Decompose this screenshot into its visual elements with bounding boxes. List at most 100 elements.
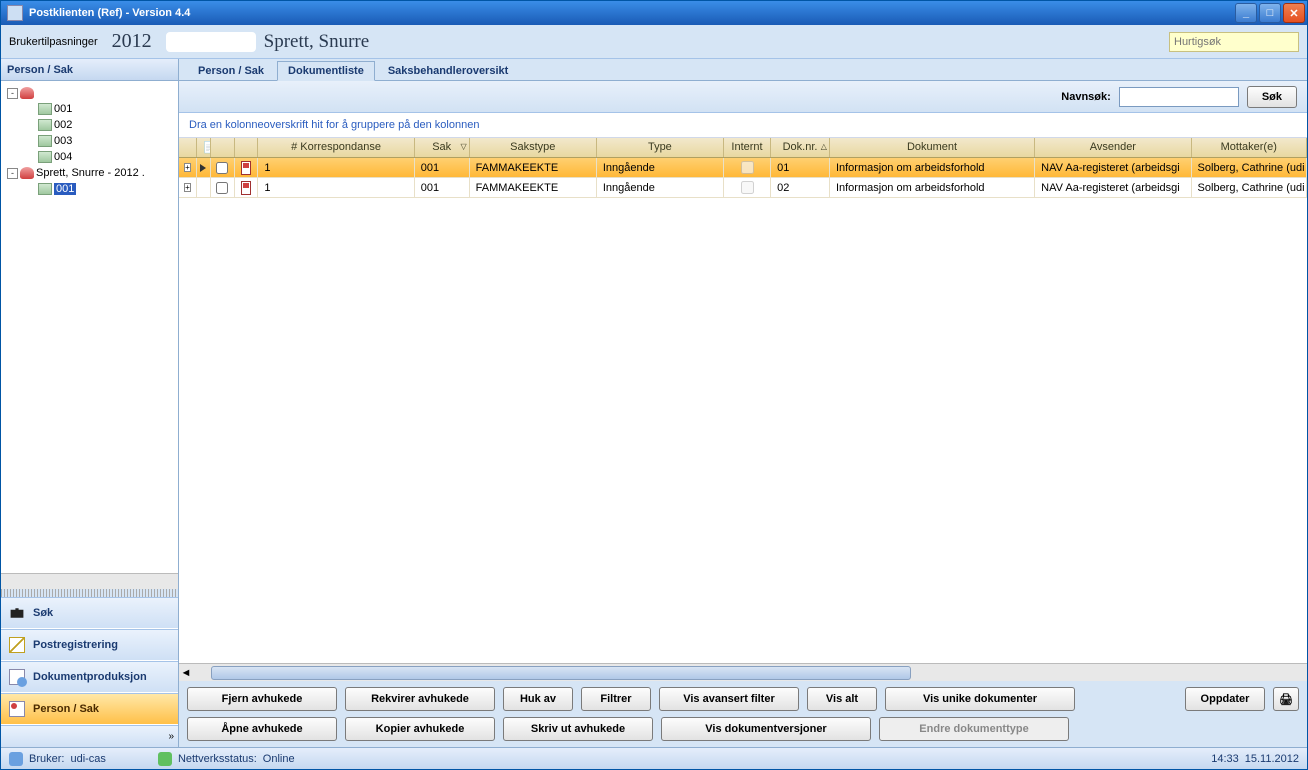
nav-stack: Søk PostregistreringDokumentproduksjonPer…: [1, 597, 178, 725]
column-sakstype[interactable]: Sakstype: [470, 138, 597, 157]
row-checkbox[interactable]: [216, 162, 228, 174]
search-bar: Navnsøk: Søk: [179, 81, 1307, 113]
nettverk-label: Nettverksstatus:: [178, 753, 257, 765]
column-avsender[interactable]: Avsender: [1035, 138, 1191, 157]
cell-korrespondanse: 1: [258, 178, 414, 197]
tree-expand-icon[interactable]: -: [7, 88, 18, 99]
nav-personsak[interactable]: Person / Sak: [1, 693, 178, 725]
column-expand[interactable]: [179, 138, 197, 157]
quicksearch-input[interactable]: [1169, 32, 1299, 52]
tree-node-label: 003: [54, 135, 72, 147]
nav-overflow-icon[interactable]: »: [168, 731, 174, 742]
window-title: Postklienten (Ref) - Version 4.4: [27, 7, 1235, 19]
row-expand[interactable]: +: [179, 158, 197, 177]
nav-postreg[interactable]: Postregistrering: [1, 629, 178, 661]
column-internt[interactable]: Internt: [724, 138, 771, 157]
network-icon: [158, 752, 172, 766]
dokprod-icon: [9, 669, 25, 685]
case-name: Sprett, Snurre: [264, 31, 370, 53]
column-selector-icon[interactable]: 📄: [197, 138, 211, 157]
table-row[interactable]: +1001FAMMAKEEKTEInngående01Informasjon o…: [179, 158, 1307, 178]
case-tree[interactable]: - 001 002 003 004-Sprett, Snurre - 2012 . 001: [1, 81, 178, 573]
tab-strip: Person / SakDokumentlisteSaksbehandlerov…: [179, 59, 1307, 81]
grid-horizontal-scrollbar[interactable]: ◄: [179, 663, 1307, 681]
minimize-button[interactable]: _: [1235, 3, 1257, 23]
nav-dokprod[interactable]: Dokumentproduksjon: [1, 661, 178, 693]
maximize-button[interactable]: □: [1259, 3, 1281, 23]
column-type[interactable]: Type: [597, 138, 724, 157]
tree-node[interactable]: -: [3, 85, 176, 101]
kopier-avhukede-button[interactable]: Kopier avhukede: [345, 717, 495, 741]
document-grid: 📄 # Korrespondanse Sak▽ Sakstype Type In…: [179, 138, 1307, 663]
grid-header: 📄 # Korrespondanse Sak▽ Sakstype Type In…: [179, 138, 1307, 158]
redacted-field: [166, 32, 256, 52]
cell-sak: 001: [415, 178, 470, 197]
table-row[interactable]: +1001FAMMAKEEKTEInngående02Informasjon o…: [179, 178, 1307, 198]
nav-sok[interactable]: Søk: [1, 597, 178, 629]
row-expand[interactable]: +: [179, 178, 197, 197]
tree-node[interactable]: 004: [3, 149, 176, 165]
sok-icon: [9, 605, 25, 621]
tree-node-label: 002: [54, 119, 72, 131]
action-button-row-2: Åpne avhukede Kopier avhukede Skriv ut a…: [179, 717, 1307, 747]
nav-label: Søk: [33, 607, 53, 619]
row-checkbox-cell[interactable]: [211, 158, 235, 177]
vis-dokumentversjoner-button[interactable]: Vis dokumentversjoner: [661, 717, 871, 741]
internt-checkbox: [741, 181, 754, 194]
skriv-ut-avhukede-button[interactable]: Skriv ut avhukede: [503, 717, 653, 741]
rekvirer-avhukede-button[interactable]: Rekvirer avhukede: [345, 687, 495, 711]
fjern-avhukede-button[interactable]: Fjern avhukede: [187, 687, 337, 711]
column-korrespondanse[interactable]: # Korrespondanse: [258, 138, 414, 157]
tree-node[interactable]: 002: [3, 117, 176, 133]
apne-avhukede-button[interactable]: Åpne avhukede: [187, 717, 337, 741]
cell-internt: [724, 158, 771, 177]
huk-av-button[interactable]: Huk av: [503, 687, 573, 711]
navnsok-input[interactable]: [1119, 87, 1239, 107]
person-icon: [20, 167, 34, 179]
tab-dokumentliste[interactable]: Dokumentliste: [277, 61, 375, 81]
tree-expand-icon[interactable]: -: [7, 168, 18, 179]
cell-sakstype: FAMMAKEEKTE: [470, 158, 597, 177]
brukertilpasninger-link[interactable]: Brukertilpasninger: [9, 36, 98, 48]
personsak-icon: [9, 701, 25, 717]
column-doknr[interactable]: Dok.nr.△: [771, 138, 830, 157]
tab-personsak[interactable]: Person / Sak: [187, 61, 275, 80]
cell-avsender: NAV Aa-registeret (arbeidsgi: [1035, 158, 1191, 177]
cell-sak: 001: [415, 158, 470, 177]
close-button[interactable]: ✕: [1283, 3, 1305, 23]
column-dokument[interactable]: Dokument: [830, 138, 1035, 157]
sok-button[interactable]: Søk: [1247, 86, 1297, 108]
left-panel: Person / Sak - 001 002 003 004-Sprett, Snurr…: [1, 59, 179, 747]
tree-node[interactable]: 001: [3, 181, 176, 197]
row-pdf-cell[interactable]: [235, 158, 259, 177]
column-check[interactable]: [211, 138, 235, 157]
row-checkbox-cell[interactable]: [211, 178, 235, 197]
oppdater-button[interactable]: Oppdater: [1185, 687, 1265, 711]
vis-avansert-filter-button[interactable]: Vis avansert filter: [659, 687, 799, 711]
status-bar: Bruker: udi-cas Nettverksstatus: Online …: [1, 747, 1307, 769]
vis-unike-dokumenter-button[interactable]: Vis unike dokumenter: [885, 687, 1075, 711]
row-pdf-cell[interactable]: [235, 178, 259, 197]
tree-resize-grip[interactable]: [1, 589, 178, 597]
column-sak[interactable]: Sak▽: [415, 138, 470, 157]
column-mottaker[interactable]: Mottaker(e): [1192, 138, 1307, 157]
tree-node[interactable]: 003: [3, 133, 176, 149]
tree-node[interactable]: -Sprett, Snurre - 2012 .: [3, 165, 176, 181]
bruker-label: Bruker:: [29, 753, 64, 765]
tree-node-label: 001: [54, 183, 76, 195]
grid-body[interactable]: +1001FAMMAKEEKTEInngående01Informasjon o…: [179, 158, 1307, 663]
tree-node[interactable]: 001: [3, 101, 176, 117]
vis-alt-button[interactable]: Vis alt: [807, 687, 877, 711]
tree-node-label: 001: [54, 103, 72, 115]
row-checkbox[interactable]: [216, 182, 228, 194]
action-button-row-1: Fjern avhukede Rekvirer avhukede Huk av …: [179, 681, 1307, 717]
pdf-icon: [241, 181, 252, 195]
navnsok-label: Navnsøk:: [1061, 91, 1111, 103]
filtrer-button[interactable]: Filtrer: [581, 687, 651, 711]
nettverk-value: Online: [263, 753, 295, 765]
tab-sbo[interactable]: Saksbehandleroversikt: [377, 61, 519, 80]
pdf-icon: [241, 161, 252, 175]
print-icon-button[interactable]: 🖨: [1273, 687, 1299, 711]
tree-scrollbar[interactable]: [1, 573, 178, 589]
column-pdf[interactable]: [235, 138, 259, 157]
